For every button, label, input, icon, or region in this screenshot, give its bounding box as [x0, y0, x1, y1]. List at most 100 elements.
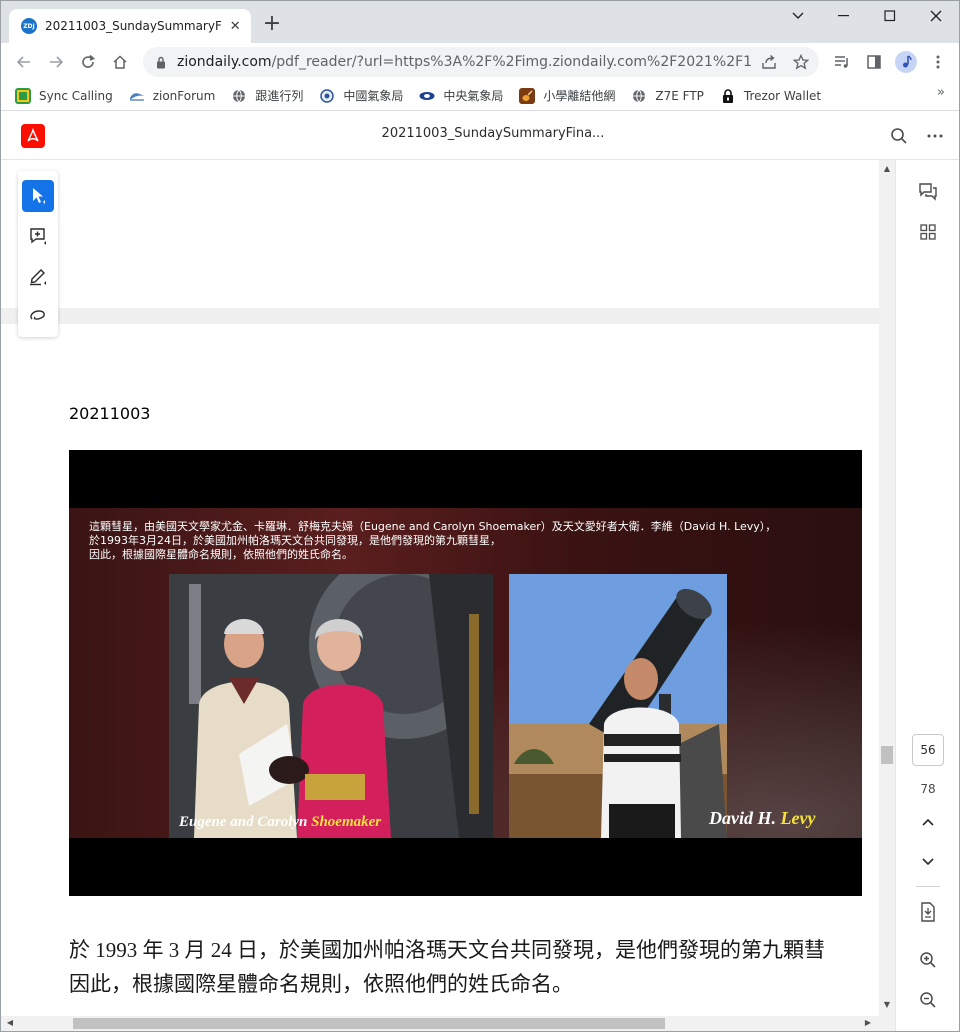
- bookmark-star-icon[interactable]: [793, 54, 809, 70]
- bookmark-guitar[interactable]: 小學離結他網: [519, 84, 615, 108]
- next-page-button[interactable]: [916, 850, 940, 874]
- zoom-out-button[interactable]: [916, 988, 940, 1012]
- zoom-in-button[interactable]: [916, 948, 940, 972]
- comments-panel-button[interactable]: [916, 180, 940, 204]
- profile-avatar[interactable]: [895, 51, 917, 73]
- previous-page-button[interactable]: [916, 810, 940, 834]
- arrow-right-icon: [50, 56, 64, 68]
- bookmark-follow-up[interactable]: 跟進行列: [231, 84, 303, 108]
- browser-menu-icon[interactable]: [925, 49, 951, 75]
- cursor-arrow-icon: [33, 188, 45, 204]
- zionforum-icon: [129, 88, 145, 104]
- chevron-up-icon: [922, 818, 934, 826]
- close-window-button[interactable]: [913, 1, 959, 31]
- bookmark-zionforum[interactable]: zionForum: [129, 84, 216, 108]
- tab-search-chevron-icon[interactable]: [775, 1, 821, 31]
- bookmark-label: Trezor Wallet: [743, 88, 822, 103]
- reload-button[interactable]: [73, 47, 103, 77]
- page-thumbnails-button[interactable]: [916, 220, 940, 244]
- home-button[interactable]: [105, 47, 135, 77]
- address-bar[interactable]: ziondaily.com/pdf_reader/?url=https%3A%2…: [143, 47, 819, 77]
- document-title: 20211003_SundaySummaryFina...: [381, 126, 605, 141]
- comments-icon: [919, 183, 937, 201]
- maximize-button[interactable]: [867, 1, 913, 31]
- scroll-left-arrow-icon[interactable]: ◀: [5, 1018, 15, 1028]
- document-canvas[interactable]: 20211003 這顆彗星，由美國天文學家尤金、卡羅琳．舒梅克夫婦（Eugene…: [1, 160, 879, 1016]
- scroll-down-arrow-icon[interactable]: ▼: [882, 1000, 892, 1010]
- shoemaker-photo-panel: Eugene and Carolyn Shoemaker: [169, 574, 493, 838]
- chevron-down-icon: [922, 858, 934, 866]
- label-highlight: Shoemaker: [311, 814, 382, 830]
- photo-caption: 這顆彗星，由美國天文學家尤金、卡羅琳．舒梅克夫婦（Eugene and Caro…: [89, 520, 859, 562]
- tab-close-icon[interactable]: ✕: [227, 18, 243, 34]
- url-path: /pdf_reader/?url=https%3A%2F%2Fimg.ziond…: [271, 54, 752, 70]
- horizontal-scroll-thumb[interactable]: [73, 1018, 665, 1029]
- bookmark-label: 跟進行列: [255, 89, 304, 103]
- reload-icon: [82, 54, 95, 68]
- bookmark-z7e-ftp[interactable]: Z7E FTP: [631, 84, 704, 108]
- browser-window: ZDJ 20211003_SundaySummaryFin ✕ + zionda…: [0, 0, 960, 1032]
- back-button[interactable]: [9, 47, 39, 77]
- share-icon[interactable]: [761, 54, 777, 70]
- cwb-icon: [419, 88, 435, 104]
- bookmark-cwb[interactable]: 中央氣象局: [419, 84, 503, 108]
- lock-icon[interactable]: [155, 55, 167, 69]
- current-page-input[interactable]: 56: [912, 734, 944, 766]
- comet-discoverers-photo: 這顆彗星，由美國天文學家尤金、卡羅琳．舒梅克夫婦（Eugene and Caro…: [69, 450, 862, 896]
- more-bookmarks-button[interactable]: »: [937, 85, 945, 100]
- add-comment-tool-button[interactable]: [22, 220, 54, 252]
- new-tab-button[interactable]: +: [261, 13, 283, 35]
- pen-icon: [30, 269, 46, 286]
- freehand-tool-button[interactable]: [22, 300, 54, 332]
- browser-toolbar: ziondaily.com/pdf_reader/?url=https%3A%2…: [1, 43, 959, 81]
- bookmark-cma[interactable]: 中國氣象局: [319, 84, 403, 108]
- scroll-right-arrow-icon[interactable]: ▶: [863, 1018, 873, 1028]
- scroll-up-arrow-icon[interactable]: ▲: [882, 164, 892, 174]
- draw-tool-button[interactable]: [22, 260, 54, 292]
- bookmark-label: Sync Calling: [39, 88, 113, 103]
- lasso-icon: [30, 310, 45, 320]
- zoom-in-icon: [920, 952, 936, 968]
- label-highlight: Levy: [780, 808, 816, 828]
- zoom-out-icon: [920, 992, 936, 1008]
- minimize-button[interactable]: [821, 1, 867, 31]
- url-host: ziondaily.com: [177, 54, 272, 70]
- bookmark-label: 中央氣象局: [443, 89, 504, 103]
- music-note-icon: [903, 55, 912, 68]
- search-icon[interactable]: [887, 124, 911, 148]
- select-tool-button[interactable]: [22, 180, 54, 212]
- forward-button[interactable]: [41, 47, 71, 77]
- pdf-viewer-header: 20211003_SundaySummaryFina...: [1, 112, 959, 160]
- fit-page-button[interactable]: [916, 900, 940, 924]
- annotation-toolbar: [18, 171, 58, 337]
- grid-icon: [920, 224, 936, 240]
- page-fit-icon: [921, 902, 935, 922]
- label-text: David H.: [709, 808, 781, 828]
- vertical-scroll-thumb[interactable]: [881, 746, 893, 764]
- guitar-icon: [519, 87, 536, 104]
- tab-title: 20211003_SundaySummaryFin: [45, 19, 222, 33]
- bookmark-sync-calling[interactable]: Sync Calling: [15, 84, 113, 108]
- tab-strip: ZDJ 20211003_SundaySummaryFin ✕ +: [1, 1, 959, 43]
- acrobat-logo-icon: [21, 124, 45, 148]
- bookmark-trezor-wallet[interactable]: Trezor Wallet: [720, 84, 821, 108]
- media-control-icon[interactable]: [829, 49, 855, 75]
- levy-label: David H. Levy: [709, 808, 815, 829]
- right-sidebar-divider: [916, 886, 940, 887]
- bookmark-label: 小學離結他網: [543, 89, 616, 103]
- lock-icon: [720, 88, 736, 104]
- side-panel-icon[interactable]: [861, 49, 887, 75]
- label-text: Eugene and Carolyn: [179, 814, 312, 830]
- url-text: ziondaily.com/pdf_reader/?url=https%3A%2…: [177, 54, 752, 70]
- bookmarks-bar: Sync Calling zionForum 跟進行列 中國氣象局 中央氣象局 …: [1, 81, 959, 111]
- cma-icon: [319, 88, 335, 104]
- right-sidebar: 56 78: [895, 160, 959, 1031]
- tab-active[interactable]: ZDJ 20211003_SundaySummaryFin ✕: [9, 9, 251, 43]
- photo-caption-line: 於1993年3月24日，於美國加州帕洛瑪天文台共同發現，是他們發現的第九顆彗星，: [89, 534, 501, 547]
- horizontal-scrollbar[interactable]: ◀ ▶: [1, 1016, 895, 1031]
- bookmark-label: zionForum: [152, 88, 216, 103]
- more-options-icon[interactable]: [923, 124, 947, 148]
- body-text-line: 於 1993 年 3 月 24 日，於美國加州帕洛瑪天文台共同發現，是他們發現的…: [69, 938, 825, 962]
- body-text-line: 因此，根據國際星體命名規則，依照他們的姓氏命名。: [69, 972, 573, 996]
- vertical-scrollbar[interactable]: ▲ ▼: [879, 160, 895, 1016]
